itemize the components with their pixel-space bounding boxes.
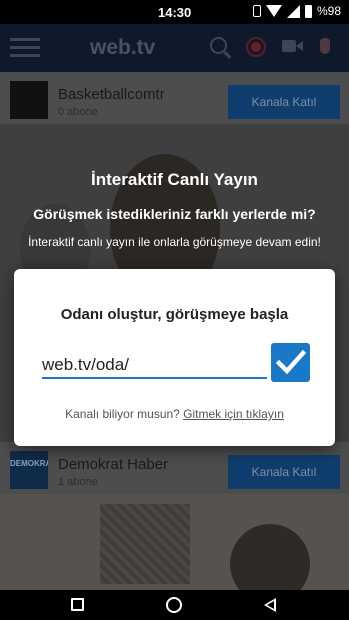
menu-icon[interactable]: [10, 38, 40, 58]
channel-subscribers: 1 abone: [58, 476, 98, 488]
overlay-title: İnteraktif Canlı Yayın: [91, 170, 258, 189]
wall-pattern: [100, 504, 190, 584]
status-icons: %98: [252, 4, 341, 18]
status-bar: 14:30 %98: [0, 0, 349, 24]
create-room-dialog: Odanı oluştur, görüşmeye başla Kanalı bi…: [14, 269, 335, 446]
check-icon: [275, 349, 306, 375]
channel-thumbnail: [10, 81, 48, 119]
status-time: 14:30: [158, 5, 192, 20]
back-icon[interactable]: [264, 598, 276, 612]
join-channel-button[interactable]: Kanala Katıl: [228, 455, 340, 489]
channel-video-preview[interactable]: [0, 494, 349, 590]
dialog-title: Odanı oluştur, görüşmeye başla: [60, 306, 289, 323]
channel-row[interactable]: DEMOKRAT Demokrat Haber 1 abone Kanala K…: [0, 442, 349, 494]
overlay-question: Görüşmek istedikleriniz farklı yerlerde …: [33, 206, 316, 222]
app-logo[interactable]: web.tv: [90, 36, 155, 60]
channel-name: Basketballcomtr: [58, 86, 165, 103]
channel-thumbnail: DEMOKRAT: [10, 451, 48, 489]
android-nav-bar: [0, 590, 349, 620]
channel-subscribers: 0 abone: [58, 106, 98, 118]
signal-icon: [286, 4, 300, 18]
battery-icon: [304, 4, 312, 18]
footer-text: Kanalı biliyor musun?: [65, 407, 184, 421]
confirm-button[interactable]: [271, 343, 310, 382]
overlay-description: İnteraktif canlı yayın ile onlarla görüş…: [28, 235, 321, 249]
channel-name: Demokrat Haber: [58, 456, 169, 473]
home-icon[interactable]: [166, 597, 182, 613]
dialog-footer: Kanalı biliyor musun? Gitmek için tıklay…: [14, 407, 335, 421]
record-icon[interactable]: [246, 37, 266, 57]
go-to-channel-link[interactable]: Gitmek için tıklayın: [183, 407, 284, 421]
vibrate-icon: [252, 5, 261, 17]
hand-icon[interactable]: [320, 38, 330, 54]
wifi-icon: [265, 5, 282, 17]
app-header: web.tv: [0, 24, 349, 72]
recent-apps-icon[interactable]: [71, 598, 84, 611]
person-face: [230, 524, 310, 590]
video-camera-icon[interactable]: [282, 40, 303, 52]
search-icon[interactable]: [210, 37, 227, 54]
channel-row[interactable]: Basketballcomtr 0 abone Kanala Katıl: [0, 72, 349, 124]
room-url-input[interactable]: [42, 353, 267, 379]
battery-level: %98: [316, 4, 341, 18]
join-channel-button[interactable]: Kanala Katıl: [228, 85, 340, 119]
